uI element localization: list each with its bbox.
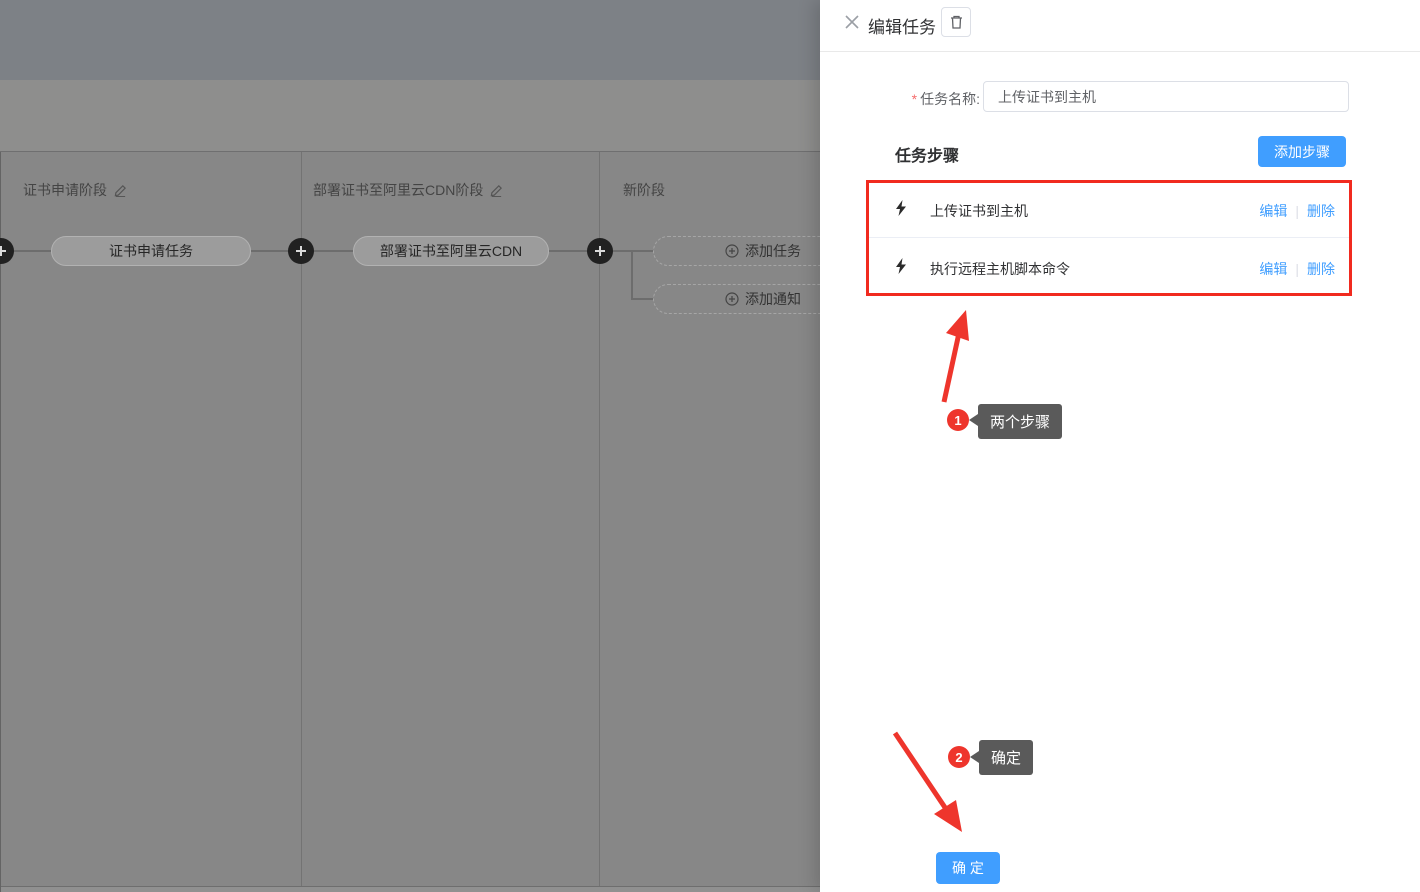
step-actions: 编辑 | 删除 [1259, 259, 1335, 279]
task-name-input[interactable] [983, 81, 1349, 112]
stage-title-3: 新阶段 [623, 180, 665, 200]
step-delete-link[interactable]: 删除 [1307, 259, 1335, 279]
plus-icon [725, 292, 739, 306]
stage-title-2: 部署证书至阿里云CDN阶段 [313, 180, 503, 200]
task-node-cert-apply[interactable]: 证书申请任务 [51, 236, 251, 266]
link-separator: | [1295, 203, 1299, 219]
add-task-label: 添加任务 [745, 241, 801, 261]
stage-title-1: 证书申请阶段 [23, 180, 127, 200]
stage-title-text: 部署证书至阿里云CDN阶段 [313, 180, 483, 200]
annotation-badge-1: 1 [947, 409, 969, 431]
confirm-button[interactable]: 确 定 [936, 852, 1000, 884]
step-actions: 编辑 | 删除 [1259, 201, 1335, 221]
edit-pencil-icon[interactable] [490, 184, 503, 197]
edit-pencil-icon[interactable] [114, 184, 127, 197]
add-notify-label: 添加通知 [745, 289, 801, 309]
task-name-label: *任务名称: [880, 89, 980, 109]
stage-title-text: 证书申请阶段 [23, 180, 107, 200]
steps-section-heading: 任务步骤 [895, 142, 959, 166]
add-stage-button[interactable] [0, 238, 14, 264]
task-node-label: 证书申请任务 [109, 241, 193, 261]
add-stage-button[interactable] [288, 238, 314, 264]
plus-icon [0, 245, 7, 257]
annotation-badge-2: 2 [948, 746, 970, 768]
page: 证书申请阶段 部署证书至阿里云CDN阶段 新阶段 [0, 0, 1420, 892]
step-row[interactable]: 上传证书到主机 编辑 | 删除 [869, 180, 1349, 237]
annotation-tooltip-2: 确定 [979, 740, 1033, 775]
add-step-button[interactable]: 添加步骤 [1258, 136, 1346, 167]
tooltip-arrow [970, 751, 979, 763]
trash-icon [949, 14, 964, 30]
task-node-label: 部署证书至阿里云CDN [380, 241, 522, 261]
lightning-bolt-icon [895, 258, 907, 279]
step-row[interactable]: 执行远程主机脚本命令 编辑 | 删除 [869, 238, 1349, 295]
step-edit-link[interactable]: 编辑 [1259, 201, 1287, 221]
task-node-deploy-cdn[interactable]: 部署证书至阿里云CDN [353, 236, 549, 266]
add-stage-button[interactable] [587, 238, 613, 264]
plus-icon [295, 245, 307, 257]
close-icon[interactable] [844, 14, 860, 30]
drawer-title: 编辑任务 [868, 13, 936, 38]
step-edit-link[interactable]: 编辑 [1259, 259, 1287, 279]
connector-line [631, 250, 653, 252]
edit-task-drawer: 编辑任务 *任务名称: 任务步骤 添加步骤 上传证书到主机 编辑 | 删除 [820, 0, 1420, 892]
drawer-header: 编辑任务 [820, 0, 1420, 52]
step-delete-link[interactable]: 删除 [1307, 201, 1335, 221]
step-name: 上传证书到主机 [930, 201, 1028, 221]
tooltip-arrow [969, 414, 978, 426]
delete-task-button[interactable] [941, 7, 971, 37]
required-mark: * [912, 91, 917, 107]
connector-line [631, 298, 653, 300]
link-separator: | [1295, 261, 1299, 277]
annotation-tooltip-1: 两个步骤 [978, 404, 1062, 439]
plus-icon [594, 245, 606, 257]
plus-icon [725, 244, 739, 258]
stage-title-text: 新阶段 [623, 180, 665, 200]
step-name: 执行远程主机脚本命令 [930, 259, 1070, 279]
connector-branch [631, 250, 633, 300]
lightning-bolt-icon [895, 200, 907, 221]
